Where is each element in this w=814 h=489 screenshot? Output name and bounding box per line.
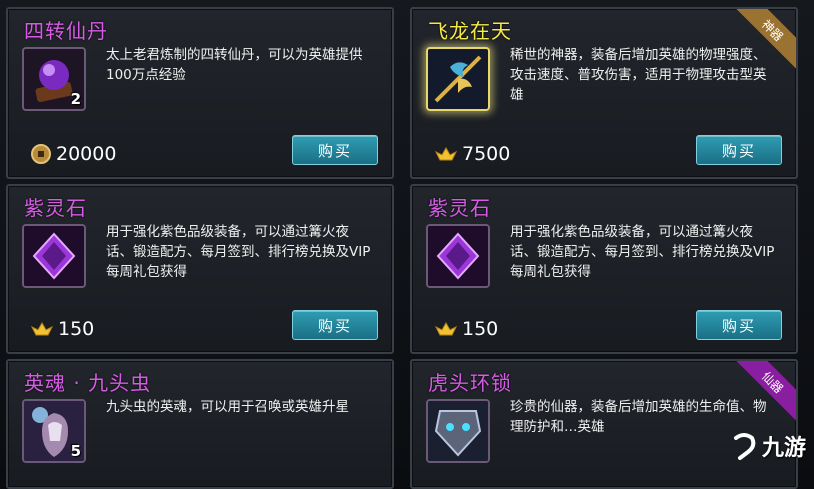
buy-button[interactable]: 购买 [292,135,378,165]
gold-ingot-icon [434,146,458,161]
item-description: 稀世的神器，装备后增加英雄的物理强度、攻击速度、普攻伤害，适用于物理攻击型英雄 [510,47,767,103]
jiuyou-logo-icon [733,433,756,460]
shop-item-card[interactable]: 四转仙丹 2 太上老君炼制的四转仙丹，可以为英雄提供100万点经验 20000 … [6,7,394,179]
buy-button[interactable]: 购买 [696,310,782,340]
item-title: 英魂 · 九头虫 [24,371,152,395]
item-title: 紫灵石 [24,196,87,220]
item-title: 紫灵石 [428,196,491,220]
shop-panel: 四转仙丹 2 太上老君炼制的四转仙丹，可以为英雄提供100万点经验 20000 … [0,0,814,489]
gold-ingot-icon [30,321,54,336]
shop-item-card[interactable]: 神器 飞龙在天 稀世的神器，装备后增加英雄的物理强度、攻击速度、普攻伤害，适用于… [410,7,798,179]
item-title: 四转仙丹 [24,19,108,43]
shop-item-card[interactable]: 紫灵石 用于强化紫色品级装备，可以通过篝火夜话、锻造配方、每月签到、排行榜兑换及… [410,184,798,354]
item-description: 九头虫的英魂，可以用于召唤或英雄升星 [106,399,349,415]
price-value: 150 [58,318,95,340]
item-count: 5 [70,442,81,460]
coin-icon [31,144,51,164]
buy-button[interactable]: 购买 [292,310,378,340]
purple-gem-icon[interactable] [22,224,86,288]
item-description: 用于强化紫色品级装备，可以通过篝火夜话、锻造配方、每月签到、排行榜兑换及VIP每… [106,224,371,280]
item-description: 太上老君炼制的四转仙丹，可以为英雄提供100万点经验 [106,47,363,83]
item-count: 2 [70,90,81,108]
watermark-text: 九游 [761,436,806,461]
shop-item-card[interactable]: 仙器 虎头环锁 珍贵的仙器，装备后增加英雄的生命值、物理防护和…英雄 [410,359,798,489]
gold-ingot-icon [434,321,458,336]
shop-item-card[interactable]: 英魂 · 九头虫 5 九头虫的英魂，可以用于召唤或英雄升星 [6,359,394,489]
item-title: 虎头环锁 [428,371,512,395]
item-title: 飞龙在天 [428,19,512,43]
price-value: 20000 [56,143,117,165]
price-value: 150 [462,318,499,340]
item-price: 7500 [434,143,510,165]
price-value: 7500 [462,143,511,165]
item-price: 150 [434,318,498,340]
dragon-spear-icon[interactable] [426,47,490,111]
purple-gem-icon[interactable] [426,224,490,288]
item-price: 150 [30,318,94,340]
purple-orb-icon[interactable]: 2 [22,47,86,111]
hero-soul-icon[interactable]: 5 [22,399,86,463]
tiger-lock-icon[interactable] [426,399,490,463]
watermark: 九游 [730,430,806,462]
shop-item-card[interactable]: 紫灵石 用于强化紫色品级装备，可以通过篝火夜话、锻造配方、每月签到、排行榜兑换及… [6,184,394,354]
item-price: 20000 [30,143,116,165]
item-description: 用于强化紫色品级装备，可以通过篝火夜话、锻造配方、每月签到、排行榜兑换及VIP每… [510,224,775,280]
buy-button[interactable]: 购买 [696,135,782,165]
